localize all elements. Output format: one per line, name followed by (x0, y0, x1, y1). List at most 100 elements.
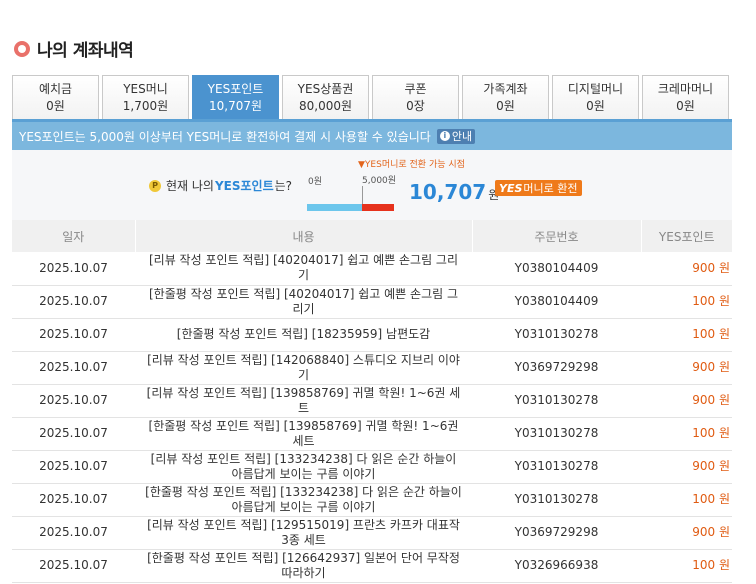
tab-label: 가족계좌 (483, 81, 528, 96)
tab-count: 0원 (496, 98, 515, 113)
row-date: 2025.10.07 (12, 516, 135, 550)
row-points: 900 원 (641, 384, 732, 418)
info-icon: i (439, 131, 450, 141)
tab-label: 크레마머니 (657, 81, 714, 96)
summary-suffix: 는? (274, 179, 293, 193)
tab-label: 디지털머니 (567, 81, 624, 96)
row-date: 2025.10.07 (12, 285, 135, 319)
table-row: 2025.10.07 [한줄평 작성 포인트 적립] [40204017] 쉽고 … (12, 285, 732, 319)
table-row: 2025.10.07 [리뷰 작성 포인트 적립] [40204017] 쉽고 예… (12, 252, 732, 286)
table-header-row: 일자 내용 주문번호 YES포인트 (12, 220, 732, 252)
row-desc: [리뷰 작성 포인트 적립] [40204017] 쉽고 예쁜 손그림 그리기 (135, 252, 472, 286)
col-order-header: 주문번호 (471, 220, 641, 252)
guide-button[interactable]: i 안내 (436, 128, 476, 144)
col-points-header: YES포인트 (640, 220, 732, 252)
row-date: 2025.10.07 (12, 252, 135, 286)
table-row: 2025.10.07 [한줄평 작성 포인트 적립] [139858769] 귀멸… (12, 417, 732, 451)
tab-count: 0원 (586, 98, 605, 113)
row-points: 100 원 (641, 417, 732, 451)
tab-digital-money[interactable]: 디지털머니 0원 (552, 75, 639, 119)
row-points: 100 원 (641, 318, 732, 352)
yes-logo: YES (499, 181, 523, 195)
row-order-number: Y0369729298 (472, 351, 641, 385)
progress-bar (307, 204, 394, 211)
row-order-number: Y0310130278 (472, 384, 641, 418)
summary-label: P 현재 나의 YES포인트 는? (149, 177, 292, 194)
tab-yes-gift-card[interactable]: YES상품권 80,000원 (282, 75, 369, 119)
tab-count: 0장 (406, 98, 425, 113)
point-coin-icon: P (149, 179, 161, 192)
tab-label: 예치금 (38, 81, 73, 96)
summary-highlight: YES포인트 (214, 179, 274, 193)
tab-crema-money[interactable]: 크레마머니 0원 (642, 75, 729, 119)
point-summary: P 현재 나의 YES포인트 는? 0원 ▼YES머니로 전환 가능 시점 5,… (12, 150, 732, 220)
tab-label: YES포인트 (207, 81, 264, 96)
row-points: 100 원 (641, 483, 732, 517)
table-row: 2025.10.07 [리뷰 작성 포인트 적립] [139858769] 귀멸 … (12, 384, 732, 418)
tab-coupon[interactable]: 쿠폰 0장 (372, 75, 459, 119)
row-desc: [리뷰 작성 포인트 적립] [142068840] 스튜디오 지브리 이야기 (135, 351, 472, 385)
info-text: YES포인트는 5,000원 이상부터 YES머니로 환전하여 결제 시 사용할… (19, 129, 431, 144)
row-desc: [한줄평 작성 포인트 적립] [126642937] 일본어 단어 무작정 따… (135, 549, 472, 583)
table-row: 2025.10.07 [한줄평 작성 포인트 적립] [133234238] 다 … (12, 483, 732, 517)
tab-label: YES상품권 (297, 81, 354, 96)
row-points: 900 원 (641, 351, 732, 385)
progress-fill-below-threshold (307, 204, 362, 211)
table-row: 2025.10.07 [한줄평 작성 포인트 적립] [18235959] 남편도… (12, 318, 732, 352)
col-date-header: 일자 (12, 220, 135, 252)
convert-label: 머니로 환전 (523, 182, 578, 195)
tab-deposit[interactable]: 예치금 0원 (12, 75, 99, 119)
row-date: 2025.10.07 (12, 483, 135, 517)
col-desc-header: 내용 (134, 220, 472, 252)
row-order-number: Y0310130278 (472, 483, 641, 517)
tab-count: 1,700원 (122, 98, 169, 113)
bar-marker-label: ▼YES머니로 전환 가능 시점 (358, 160, 465, 170)
row-points: 900 원 (641, 252, 732, 286)
row-desc: [한줄평 작성 포인트 적립] [40204017] 쉽고 예쁜 손그림 그리기 (135, 285, 472, 319)
bar-marker-text: YES머니로 전환 가능 시점 (364, 160, 465, 170)
row-order-number: Y0369729298 (472, 516, 641, 550)
table-row: 2025.10.07 [리뷰 작성 포인트 적립] [142068840] 스튜디… (12, 351, 732, 385)
row-order-number: Y0380104409 (472, 285, 641, 319)
circle-bullet-icon (14, 40, 30, 57)
row-date: 2025.10.07 (12, 351, 135, 385)
tab-count: 80,000원 (298, 98, 353, 113)
tab-yes-point[interactable]: YES포인트 10,707원 (192, 75, 279, 119)
row-order-number: Y0310130278 (472, 450, 641, 484)
row-points: 100 원 (641, 285, 732, 319)
row-date: 2025.10.07 (12, 417, 135, 451)
row-desc: [리뷰 작성 포인트 적립] [129515019] 프란츠 카프카 대표작 3… (135, 516, 472, 550)
page-title: 나의 계좌내역 (37, 41, 134, 61)
table-row: 2025.10.07 [리뷰 작성 포인트 적립] [129515019] 프란츠… (12, 516, 732, 550)
row-date: 2025.10.07 (12, 549, 135, 583)
row-date: 2025.10.07 (12, 318, 135, 352)
row-desc: [한줄평 작성 포인트 적립] [139858769] 귀멸 학원! 1~6권 … (135, 417, 472, 451)
row-desc: [리뷰 작성 포인트 적립] [139858769] 귀멸 학원! 1~6권 세… (135, 384, 472, 418)
tab-family-account[interactable]: 가족계좌 0원 (462, 75, 549, 119)
row-order-number: Y0326966938 (472, 549, 641, 583)
row-date: 2025.10.07 (12, 384, 135, 418)
row-points: 100 원 (641, 549, 732, 583)
summary-prefix: 현재 나의 (166, 179, 214, 193)
bar-threshold-label: 5,000원 (362, 176, 397, 186)
row-desc: [한줄평 작성 포인트 적립] [18235959] 남편도감 (135, 318, 472, 352)
row-order-number: Y0310130278 (472, 318, 641, 352)
convert-to-yes-money-button[interactable]: YES 머니로 환전 (495, 180, 582, 196)
guide-label: 안내 (451, 130, 473, 143)
tab-label: YES머니 (123, 81, 168, 96)
point-history-table: 일자 내용 주문번호 YES포인트 2025.10.07 [리뷰 작성 포인트 적… (12, 220, 732, 583)
row-desc: [한줄평 작성 포인트 적립] [133234238] 다 읽은 순간 하늘이 … (135, 483, 472, 517)
account-tabs: 예치금 0원 YES머니 1,700원 YES포인트 10,707원 YES상품… (12, 75, 732, 122)
bar-zero-label: 0원 (308, 177, 323, 187)
row-order-number: Y0310130278 (472, 417, 641, 451)
threshold-tick (362, 186, 363, 204)
row-points: 900 원 (641, 450, 732, 484)
row-desc: [리뷰 작성 포인트 적립] [133234238] 다 읽은 순간 하늘이 아… (135, 450, 472, 484)
page-header: 나의 계좌내역 (14, 36, 134, 61)
point-amount-value: 10,707 (409, 180, 487, 204)
table-row: 2025.10.07 [한줄평 작성 포인트 적립] [126642937] 일본… (12, 549, 732, 583)
point-amount: 10,707 원 (409, 180, 499, 204)
info-bar: YES포인트는 5,000원 이상부터 YES머니로 환전하여 결제 시 사용할… (12, 122, 732, 150)
tab-count: 10,707원 (208, 98, 263, 113)
tab-yes-money[interactable]: YES머니 1,700원 (102, 75, 189, 119)
